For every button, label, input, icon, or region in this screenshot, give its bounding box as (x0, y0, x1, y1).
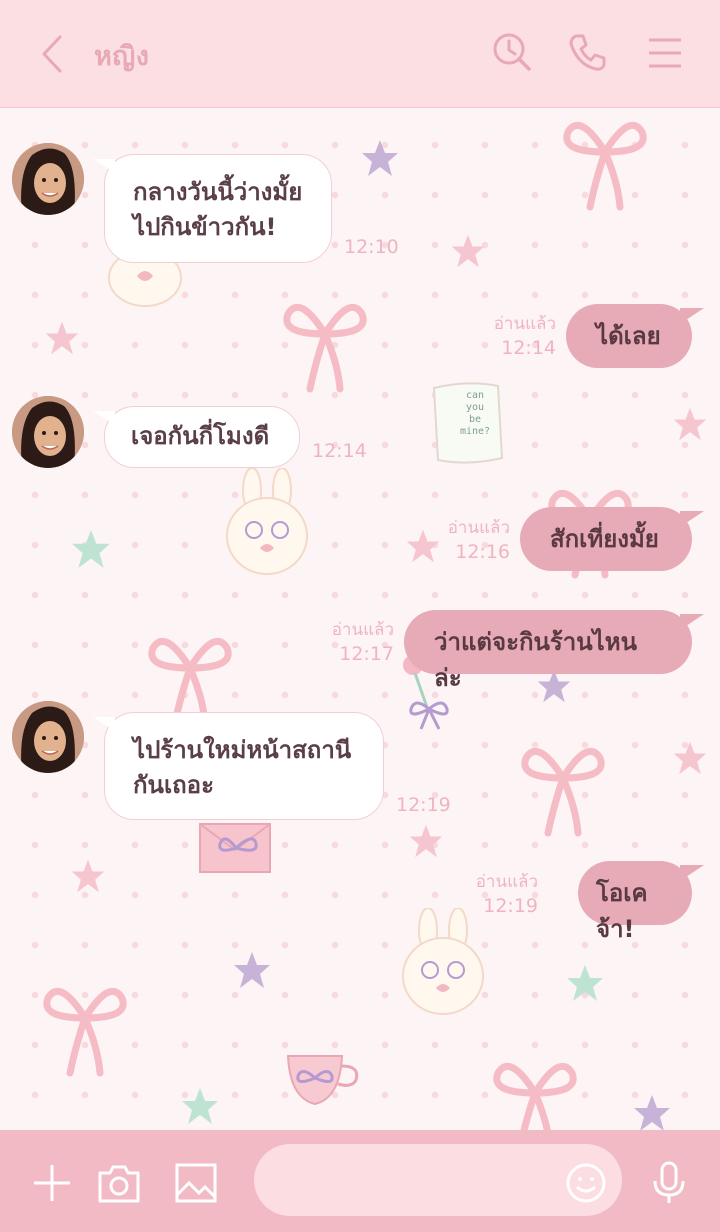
star-icon (182, 1088, 218, 1124)
message-text-line: กันเถอะ (133, 771, 214, 799)
back-chevron-icon[interactable] (36, 34, 72, 74)
read-receipt: อ่านแล้ว 12:17 (332, 618, 394, 666)
message-text: สักเที่ยงมั้ย (550, 525, 659, 553)
ribbon-bow-icon (563, 121, 647, 211)
note-word: mine? (459, 426, 491, 437)
star-icon (673, 741, 707, 775)
ribbon-bow-icon (43, 987, 127, 1077)
camera-icon[interactable] (97, 1161, 141, 1205)
read-label: อ่านแล้ว (493, 314, 556, 334)
outgoing-message-bubble[interactable]: โอเคจ้า! (578, 861, 704, 943)
star-icon (634, 1095, 670, 1130)
note-sticker-text: can you be mine? (455, 390, 495, 438)
outgoing-message-bubble[interactable]: ได้เลย (566, 304, 704, 368)
phone-icon[interactable] (568, 32, 608, 72)
read-receipt: อ่านแล้ว 12:16 (448, 516, 510, 564)
message-text: ว่าแต่จะกินร้านไหนล่ะ (434, 628, 637, 692)
ribbon-bow-icon (521, 747, 605, 837)
message-text-line: ไปร้านใหม่หน้าสถานี (133, 736, 352, 764)
message-timestamp: 12:19 (483, 895, 538, 917)
bunny-sticker-icon (402, 908, 484, 1015)
read-label: อ่านแล้ว (475, 872, 538, 892)
profile-photo-icon (12, 143, 84, 215)
star-icon (567, 965, 603, 1001)
image-icon[interactable] (174, 1161, 218, 1205)
note-sticker-icon (432, 382, 504, 464)
read-label: อ่านแล้ว (447, 518, 510, 538)
note-word: you (465, 402, 485, 413)
message-text: โอเคจ้า! (596, 879, 648, 943)
bunny-sticker-icon (226, 468, 308, 575)
message-timestamp: 12:16 (455, 541, 510, 563)
profile-photo-icon (12, 396, 84, 468)
incoming-message-bubble[interactable]: เจอกันกี่โมงดี (93, 406, 300, 468)
message-text-line: ไปกินข้าวกัน! (133, 213, 277, 241)
message-timestamp: 12:19 (396, 794, 451, 816)
microphone-icon[interactable] (647, 1161, 691, 1205)
message-text: ได้เลย (596, 322, 661, 350)
incoming-message-bubble[interactable]: ไปร้านใหม่หน้าสถานี กันเถอะ (93, 712, 384, 820)
avatar[interactable] (12, 701, 84, 773)
chat-area[interactable]: can you be mine? กลางวันนี้ว่างมั้ย ไปกิ… (0, 108, 720, 1130)
star-icon (406, 529, 440, 563)
message-text-line: เจอกันกี่โมงดี (131, 422, 270, 450)
profile-photo-icon (12, 701, 84, 773)
avatar[interactable] (12, 143, 84, 215)
chat-title: หญิง (94, 41, 150, 72)
search-history-icon[interactable] (492, 32, 532, 72)
message-timestamp: 12:17 (339, 643, 394, 665)
note-word: can (465, 390, 485, 401)
message-text-line: กลางวันนี้ว่างมั้ย (133, 178, 303, 206)
star-icon (234, 952, 270, 988)
star-icon (45, 321, 79, 355)
ribbon-bow-icon (493, 1062, 577, 1130)
star-icon (72, 530, 110, 568)
incoming-message-bubble[interactable]: กลางวันนี้ว่างมั้ย ไปกินข้าวกัน! (93, 154, 332, 263)
star-icon (362, 140, 398, 176)
teacup-icon (286, 1055, 359, 1106)
plus-icon[interactable] (30, 1161, 74, 1205)
note-word: be (468, 414, 482, 425)
star-icon (71, 859, 105, 893)
message-composer-bar (0, 1130, 720, 1232)
chat-header: หญิง (0, 0, 720, 108)
message-timestamp: 12:14 (312, 440, 367, 462)
read-receipt: อ่านแล้ว 12:14 (494, 312, 556, 360)
outgoing-message-bubble[interactable]: ว่าแต่จะกินร้านไหนล่ะ (404, 610, 704, 692)
menu-icon[interactable] (646, 32, 686, 72)
read-receipt: อ่านแล้ว 12:19 (476, 870, 538, 918)
ribbon-bow-icon (283, 303, 367, 393)
star-icon (673, 407, 707, 441)
star-icon (409, 824, 443, 858)
read-label: อ่านแล้ว (331, 620, 394, 640)
avatar[interactable] (12, 396, 84, 468)
star-icon (451, 234, 485, 268)
outgoing-message-bubble[interactable]: สักเที่ยงมั้ย (520, 507, 704, 571)
message-timestamp: 12:14 (501, 337, 556, 359)
emoji-icon[interactable] (564, 1161, 608, 1205)
message-timestamp: 12:10 (344, 236, 399, 258)
